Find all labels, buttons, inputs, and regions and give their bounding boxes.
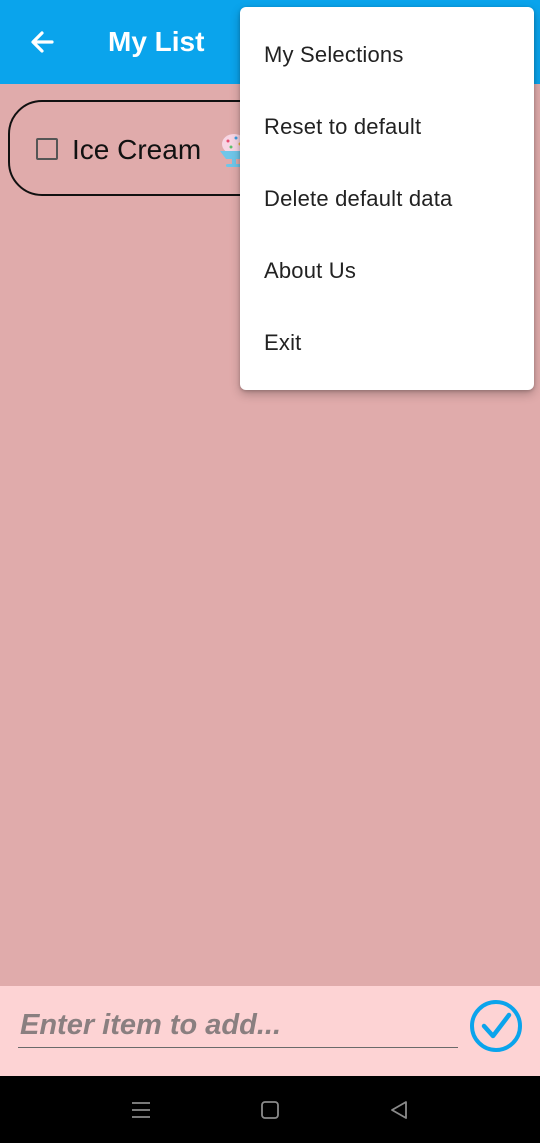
back-arrow-icon[interactable] [24,22,64,62]
page-title: My List [108,26,205,57]
menu-item-about-us[interactable]: About Us [240,235,534,307]
back-triangle-icon[interactable] [387,1098,411,1122]
menu-item-my-selections[interactable]: My Selections [240,19,534,91]
home-square-icon[interactable] [258,1098,282,1122]
overflow-menu: My Selections Reset to default Delete de… [240,7,534,390]
item-label: Ice Cream [72,134,202,165]
add-item-input[interactable] [18,1004,458,1048]
menu-item-exit[interactable]: Exit [240,307,534,379]
add-item-bar [0,986,540,1076]
menu-item-delete-default-data[interactable]: Delete default data [240,163,534,235]
item-checkbox[interactable] [36,138,58,160]
menu-item-reset-default[interactable]: Reset to default [240,91,534,163]
menu-icon[interactable] [129,1098,153,1122]
check-circle-icon[interactable] [468,998,524,1054]
system-nav-bar [0,1076,540,1143]
